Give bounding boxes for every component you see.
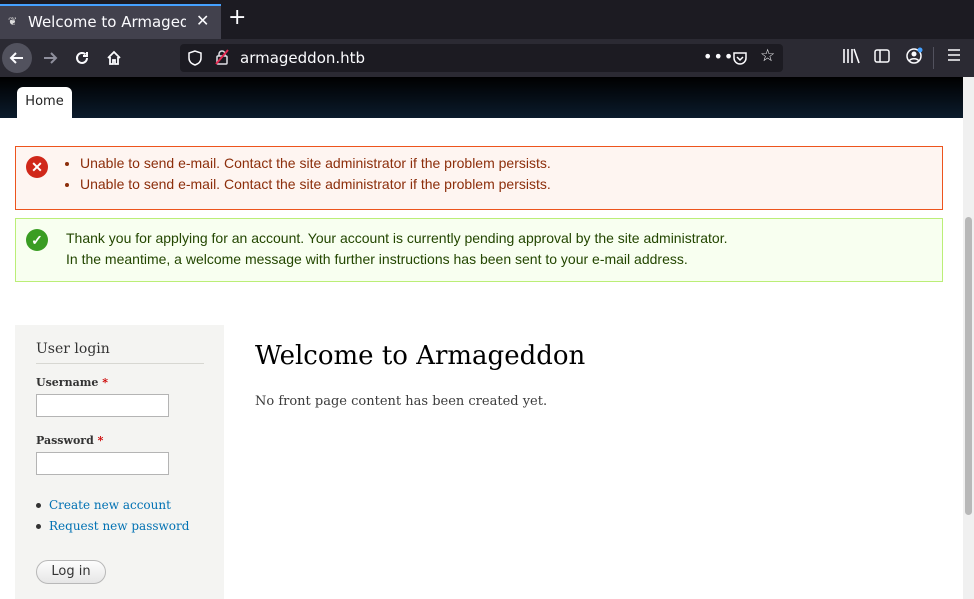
required-marker: * (97, 434, 104, 447)
tab-title: Welcome to Armageddon (28, 13, 186, 31)
page-title: Welcome to Armageddon (255, 341, 586, 371)
library-icon[interactable] (842, 47, 860, 70)
username-label: Username * (36, 376, 108, 389)
password-input[interactable] (36, 452, 169, 475)
error-item: Unable to send e-mail. Contact the site … (80, 154, 551, 172)
vertical-scrollbar[interactable] (963, 77, 974, 599)
error-item: Unable to send e-mail. Contact the site … (80, 175, 551, 193)
error-message-box: ✕ Unable to send e-mail. Contact the sit… (15, 146, 943, 210)
page-viewport: Home ✕ Unable to send e-mail. Contact th… (0, 77, 963, 599)
required-marker: * (102, 376, 108, 389)
request-password-link[interactable]: Request new password (36, 516, 189, 537)
page-actions-icon[interactable]: ••• (703, 47, 734, 66)
username-input[interactable] (36, 394, 169, 417)
password-label: Password * (36, 434, 104, 447)
block-title: User login (36, 341, 204, 364)
user-login-block: User login Username * Password * Create … (15, 325, 224, 599)
site-header: Home (0, 77, 963, 118)
status-line: In the meantime, a welcome message with … (66, 251, 688, 267)
error-list: Unable to send e-mail. Contact the site … (66, 154, 551, 196)
create-account-link[interactable]: Create new account (36, 495, 189, 516)
home-button[interactable] (99, 43, 129, 73)
hamburger-menu-icon[interactable] (946, 47, 962, 68)
url-text[interactable]: armageddon.htb (240, 49, 365, 67)
sidebar-toggle-icon[interactable] (873, 47, 891, 70)
close-tab-icon[interactable]: ✕ (196, 11, 209, 30)
bookmark-star-icon[interactable]: ☆ (760, 46, 775, 66)
nav-tab-home[interactable]: Home (17, 87, 72, 118)
checkmark-icon: ✓ (26, 229, 48, 251)
browser-tab[interactable]: ❦ Welcome to Armageddon ✕ (0, 4, 221, 39)
reload-button[interactable] (67, 43, 97, 73)
new-tab-button[interactable]: + (228, 7, 246, 29)
error-icon: ✕ (26, 156, 48, 178)
scrollbar-thumb[interactable] (965, 217, 972, 515)
status-text: Thank you for applying for an account. Y… (66, 228, 728, 270)
pocket-icon[interactable] (732, 47, 748, 70)
forward-button[interactable] (35, 43, 65, 73)
back-button[interactable] (2, 43, 32, 73)
tab-bar: ❦ Welcome to Armageddon ✕ + (0, 0, 974, 39)
tracking-shield-icon[interactable] (188, 50, 202, 66)
toolbar-separator (933, 47, 934, 69)
account-icon[interactable] (905, 47, 923, 70)
status-message-box: ✓ Thank you for applying for an account.… (15, 218, 943, 282)
drupal-favicon-icon: ❦ (8, 15, 18, 28)
login-links: Create new account Request new password (36, 495, 189, 537)
status-line: Thank you for applying for an account. Y… (66, 230, 728, 246)
nav-bar: armageddon.htb ••• ☆ (0, 39, 974, 77)
page-body-text: No front page content has been created y… (255, 394, 548, 409)
url-bar[interactable]: armageddon.htb ••• ☆ (180, 44, 783, 72)
insecure-lock-icon[interactable] (214, 49, 230, 65)
login-button[interactable]: Log in (36, 560, 106, 584)
